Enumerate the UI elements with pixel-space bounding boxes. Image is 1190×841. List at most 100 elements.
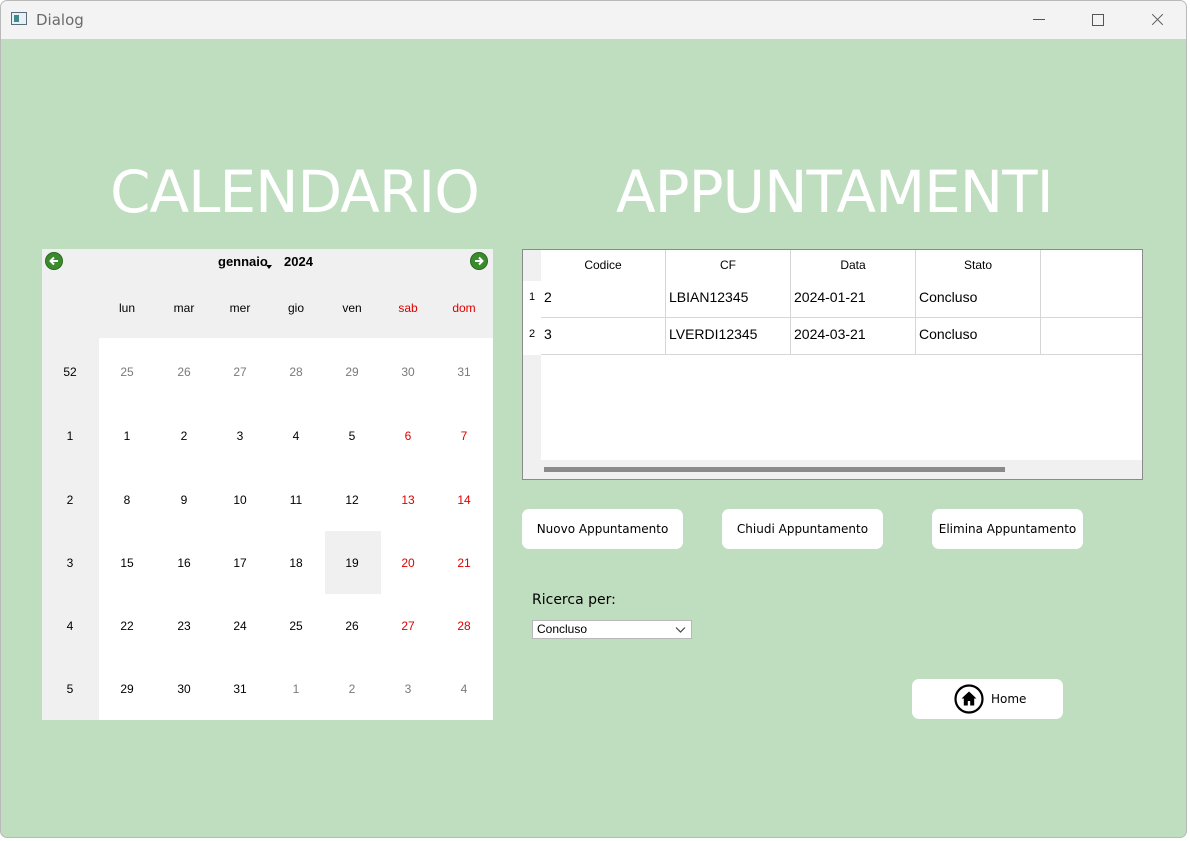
- chevron-down-icon: [675, 627, 686, 633]
- calendar-day[interactable]: 11: [268, 493, 324, 507]
- table-cell[interactable]: Concluso: [916, 281, 1041, 318]
- row-number[interactable]: 1: [523, 281, 541, 318]
- week-number: 2: [66, 493, 74, 507]
- calendar-day[interactable]: 27: [212, 365, 268, 379]
- close-icon[interactable]: [1134, 1, 1180, 39]
- calendar-day[interactable]: 4: [436, 682, 492, 696]
- table-cell[interactable]: 2024-01-21: [791, 281, 916, 318]
- delete-appointment-button[interactable]: Elimina Appuntamento: [932, 509, 1083, 549]
- day-of-week-label: dom: [452, 301, 476, 315]
- calendar-day[interactable]: 3: [380, 682, 436, 696]
- calendar-day[interactable]: 8: [99, 493, 155, 507]
- calendar-day[interactable]: 21: [436, 556, 492, 570]
- appointments-table[interactable]: Codice CF Data Stato 1 2 LBIAN12345 2024-01-21 C…: [522, 249, 1143, 480]
- calendar-day[interactable]: 17: [212, 556, 268, 570]
- calendar-day[interactable]: 16: [156, 556, 212, 570]
- table-cell[interactable]: 3: [541, 318, 666, 355]
- calendar-day[interactable]: 3: [212, 429, 268, 443]
- calendar-day[interactable]: 31: [436, 365, 492, 379]
- month-selector[interactable]: gennaio: [218, 254, 268, 269]
- app-icon: [11, 12, 27, 25]
- maximize-icon[interactable]: [1075, 1, 1121, 39]
- search-by-label: Ricerca per:: [532, 592, 616, 608]
- calendar-day[interactable]: 4: [268, 429, 324, 443]
- calendar-day[interactable]: 13: [380, 493, 436, 507]
- calendar-day[interactable]: 2: [156, 429, 212, 443]
- week-number: 1: [66, 429, 74, 443]
- calendar-day[interactable]: 20: [380, 556, 436, 570]
- calendar-day[interactable]: 22: [99, 619, 155, 633]
- close-appointment-button[interactable]: Chiudi Appuntamento: [722, 509, 883, 549]
- column-header[interactable]: Codice: [541, 250, 666, 281]
- search-filter-select[interactable]: Concluso: [532, 620, 692, 639]
- week-number: 52: [63, 365, 77, 379]
- scrollbar-thumb[interactable]: [544, 467, 1005, 472]
- month-dropdown-icon[interactable]: [266, 265, 272, 269]
- day-of-week-label: sab: [398, 301, 418, 315]
- calendar-day[interactable]: 29: [324, 365, 380, 379]
- calendar-day[interactable]: 29: [99, 682, 155, 696]
- calendar-day[interactable]: 7: [436, 429, 492, 443]
- calendar-day[interactable]: 28: [268, 365, 324, 379]
- row-number[interactable]: 2: [523, 318, 541, 355]
- appointments-heading: APPUNTAMENTI: [616, 158, 1054, 226]
- week-number-column: [42, 338, 99, 720]
- calendar-day[interactable]: 27: [380, 619, 436, 633]
- calendar-widget[interactable]: gennaio 2024 lun mar mer gio ven sab dom 52 25 26…: [42, 249, 493, 720]
- day-of-week-label: ven: [342, 301, 362, 315]
- calendar-day[interactable]: 6: [380, 429, 436, 443]
- table-row-filler: [1041, 318, 1142, 355]
- calendar-day[interactable]: 12: [324, 493, 380, 507]
- window-title: Dialog: [36, 11, 84, 29]
- calendar-day[interactable]: 2: [324, 682, 380, 696]
- new-appointment-button[interactable]: Nuovo Appuntamento: [522, 509, 683, 549]
- calendar-day[interactable]: 26: [324, 619, 380, 633]
- table-cell[interactable]: LBIAN12345: [666, 281, 791, 318]
- calendar-day[interactable]: 14: [436, 493, 492, 507]
- column-header[interactable]: Stato: [916, 250, 1041, 281]
- calendar-day[interactable]: 26: [156, 365, 212, 379]
- arrow-right-circle-icon[interactable]: [470, 252, 488, 270]
- calendar-day[interactable]: 25: [268, 619, 324, 633]
- day-of-week-label: lun: [118, 301, 135, 315]
- calendar-day[interactable]: 1: [268, 682, 324, 696]
- calendar-day[interactable]: 15: [99, 556, 155, 570]
- calendar-day[interactable]: 10: [212, 493, 268, 507]
- calendar-heading: CALENDARIO: [110, 158, 480, 226]
- home-button-label: Home: [991, 692, 1027, 706]
- week-number: 5: [66, 682, 74, 696]
- calendar-day[interactable]: 25: [99, 365, 155, 379]
- calendar-day[interactable]: 19: [324, 556, 380, 570]
- day-of-week-label: gio: [287, 301, 304, 315]
- table-cell[interactable]: LVERDI12345: [666, 318, 791, 355]
- calendar-day[interactable]: 23: [156, 619, 212, 633]
- minimize-icon[interactable]: [1016, 1, 1062, 39]
- horizontal-scrollbar[interactable]: [523, 460, 1142, 479]
- home-icon: [954, 684, 984, 714]
- calendar-day[interactable]: 30: [156, 682, 212, 696]
- calendar-day[interactable]: 24: [212, 619, 268, 633]
- year-selector[interactable]: 2024: [284, 254, 313, 269]
- calendar-day[interactable]: 31: [212, 682, 268, 696]
- week-number: 3: [66, 556, 74, 570]
- day-of-week-label: mar: [173, 301, 195, 315]
- calendar-day[interactable]: 18: [268, 556, 324, 570]
- dialog-window: Dialog CALENDARIO APPUNTAMENTI gennaio 2…: [0, 0, 1187, 838]
- table-cell[interactable]: 2: [541, 281, 666, 318]
- day-of-week-label: mer: [229, 301, 251, 315]
- home-button[interactable]: Home: [912, 679, 1063, 719]
- calendar-day[interactable]: 28: [436, 619, 492, 633]
- calendar-day[interactable]: 5: [324, 429, 380, 443]
- arrow-left-circle-icon[interactable]: [45, 252, 63, 270]
- search-filter-value: Concluso: [537, 622, 588, 636]
- title-bar: Dialog: [1, 1, 1186, 39]
- calendar-day[interactable]: 1: [99, 429, 155, 443]
- column-header[interactable]: CF: [666, 250, 791, 281]
- calendar-day[interactable]: 9: [156, 493, 212, 507]
- calendar-nav-bar: gennaio 2024: [42, 249, 493, 274]
- calendar-day[interactable]: 30: [380, 365, 436, 379]
- column-header[interactable]: Data: [791, 250, 916, 281]
- table-row-filler: [1041, 281, 1142, 318]
- table-cell[interactable]: Concluso: [916, 318, 1041, 355]
- table-cell[interactable]: 2024-03-21: [791, 318, 916, 355]
